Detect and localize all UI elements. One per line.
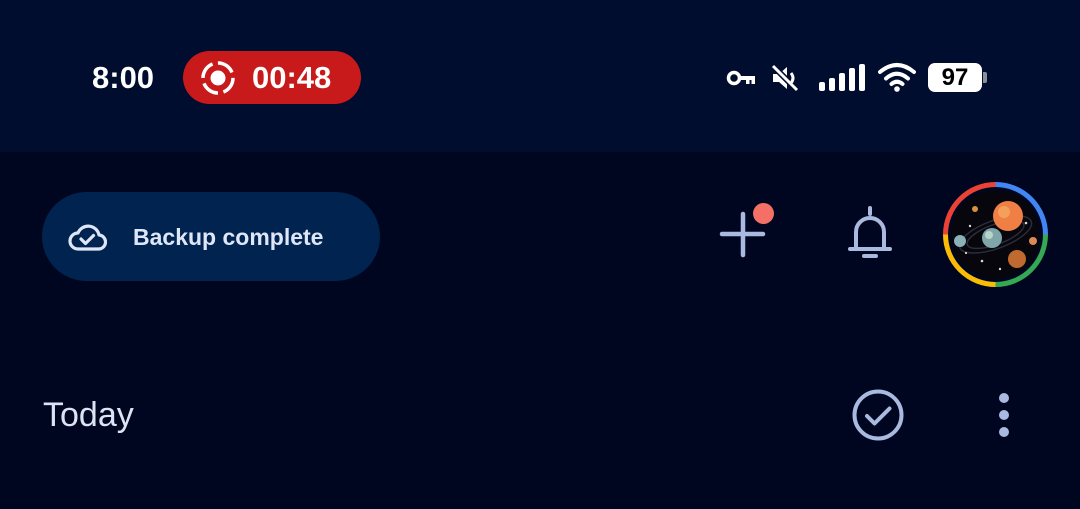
select-button[interactable] [850, 387, 906, 443]
status-clock: 8:00 [92, 60, 155, 95]
battery-cap [983, 72, 987, 83]
new-item-badge [753, 203, 774, 224]
wifi-icon [878, 63, 916, 92]
battery-indicator: 97 [928, 63, 987, 92]
recording-elapsed-time: 00:48 [252, 60, 332, 95]
cloud-done-icon [68, 224, 107, 251]
notifications-button[interactable] [842, 204, 898, 264]
backup-status-chip[interactable]: Backup complete [42, 192, 380, 281]
more-vertical-icon [999, 393, 1009, 437]
battery-level: 97 [941, 64, 969, 91]
backup-status-label: Backup complete [133, 224, 324, 250]
account-avatar[interactable] [942, 181, 1049, 288]
bell-icon [848, 206, 892, 258]
check-circle-icon [852, 389, 904, 441]
screen-recording-chip[interactable]: 00:48 [183, 51, 361, 104]
app-screen: 8:00 00:48 97 Backup complete Today [0, 0, 1080, 509]
section-title: Today [43, 396, 134, 434]
screen-record-icon [201, 61, 235, 95]
vibrate-off-icon [770, 64, 800, 92]
cellular-signal-icon [819, 64, 865, 91]
more-options-button[interactable] [986, 390, 1022, 440]
status-bar: 8:00 00:48 97 [0, 0, 1080, 152]
vpn-key-icon [726, 70, 755, 86]
